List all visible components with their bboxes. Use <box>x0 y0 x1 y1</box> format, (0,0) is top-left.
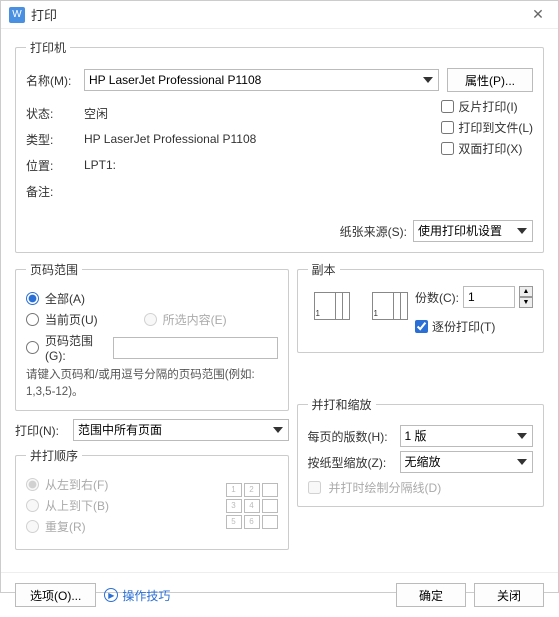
status-value: 空闲 <box>84 105 417 122</box>
printer-legend: 打印机 <box>26 39 70 56</box>
paper-source-select[interactable]: 使用打印机设置 <box>413 220 533 242</box>
comment-label: 备注: <box>26 183 84 200</box>
copies-preview-icon: 321 321 <box>314 292 414 334</box>
borders-checkbox: 并打时绘制分隔线(D) <box>308 479 533 496</box>
pages-input[interactable] <box>113 337 278 359</box>
range-selection-radio: 所选内容(E) <box>144 311 227 328</box>
type-value: HP LaserJet Professional P1108 <box>84 132 417 146</box>
per-sheet-select[interactable]: 1 版 <box>400 425 533 447</box>
printer-name-select[interactable]: HP LaserJet Professional P1108 <box>84 69 439 91</box>
ok-button[interactable]: 确定 <box>396 583 466 607</box>
paper-source-label: 纸张来源(S): <box>340 223 407 240</box>
copies-legend: 副本 <box>308 261 340 278</box>
name-label: 名称(M): <box>26 72 84 89</box>
copies-label: 份数(C): <box>415 289 459 306</box>
location-label: 位置: <box>26 157 84 174</box>
close-icon[interactable]: ✕ <box>526 3 550 27</box>
range-pages-radio[interactable]: 页码范围(G): <box>26 332 278 363</box>
duplex-checkbox[interactable]: 双面打印(X) <box>441 140 533 157</box>
print-what-label: 打印(N): <box>15 422 73 439</box>
order-ttb-radio: 从上到下(B) <box>26 497 226 514</box>
copies-spinner[interactable]: ▲▼ <box>519 286 533 308</box>
range-current-radio[interactable]: 当前页(U) <box>26 311 98 328</box>
close-button[interactable]: 关闭 <box>474 583 544 607</box>
reverse-checkbox[interactable]: 反片打印(I) <box>441 98 533 115</box>
copies-group: 副本 321 321 份数(C): ▲▼ 逐份打印(T) <box>297 261 544 353</box>
options-button[interactable]: 选项(O)... <box>15 583 96 607</box>
tips-link[interactable]: ▶ 操作技巧 <box>104 587 170 604</box>
paper-scale-select[interactable]: 无缩放 <box>400 451 533 473</box>
order-legend: 并打顺序 <box>26 447 82 464</box>
copies-input[interactable] <box>463 286 515 308</box>
play-icon: ▶ <box>104 588 118 602</box>
range-group: 页码范围 全部(A) 当前页(U) 所选内容(E) 页码范围(G): 请键入页码… <box>15 261 289 411</box>
range-hint: 请键入页码和/或用逗号分隔的页码范围(例如: 1,3,5-12)。 <box>26 367 278 400</box>
order-ltr-radio: 从左到右(F) <box>26 476 226 493</box>
collate-checkbox[interactable]: 逐份打印(T) <box>415 318 533 335</box>
printer-group: 打印机 名称(M): HP LaserJet Professional P110… <box>15 39 544 253</box>
to-file-checkbox[interactable]: 打印到文件(L) <box>441 119 533 136</box>
per-sheet-label: 每页的版数(H): <box>308 428 400 445</box>
order-repeat-radio: 重复(R) <box>26 518 226 535</box>
paper-scale-label: 按纸型缩放(Z): <box>308 454 400 471</box>
location-value: LPT1: <box>84 158 417 172</box>
dialog-title: 打印 <box>31 5 526 24</box>
status-label: 状态: <box>26 105 84 122</box>
range-all-radio[interactable]: 全部(A) <box>26 290 278 307</box>
properties-button[interactable]: 属性(P)... <box>447 68 533 92</box>
range-legend: 页码范围 <box>26 261 82 278</box>
order-preview-icon: 123456 <box>226 483 278 529</box>
scale-legend: 并打和缩放 <box>308 396 376 413</box>
app-icon: W <box>9 7 25 23</box>
scale-group: 并打和缩放 每页的版数(H):1 版 按纸型缩放(Z):无缩放 并打时绘制分隔线… <box>297 396 544 507</box>
print-what-select[interactable]: 范围中所有页面 <box>73 419 289 441</box>
type-label: 类型: <box>26 131 84 148</box>
order-group: 并打顺序 从左到右(F) 从上到下(B) 重复(R) 123456 <box>15 447 289 550</box>
